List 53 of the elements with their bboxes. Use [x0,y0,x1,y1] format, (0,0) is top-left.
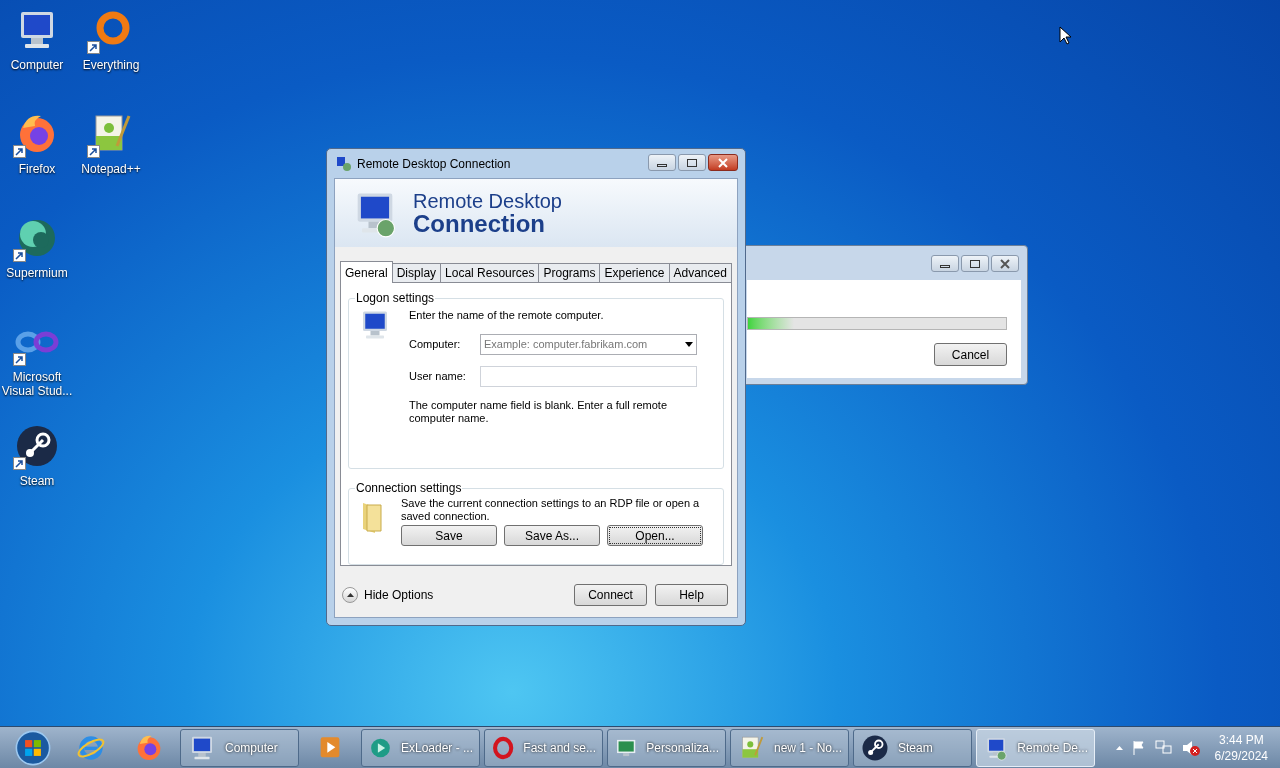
desktop-shortcut[interactable]: Computer [0,6,74,72]
maximize-icon[interactable] [678,154,706,171]
hint-text: The computer name field is blank. Enter a full remote computer name. [409,398,668,425]
tab[interactable]: Programs [538,263,601,282]
mouse-pointer-icon [1059,26,1071,45]
start-orb-icon [14,728,52,767]
shortcut-label: Microsoft Visual Stud... [0,370,74,398]
computer-dropdown[interactable]: Example: computer.fabrikam.com [480,333,697,355]
desktop-shortcut[interactable]: Supermium [0,214,74,280]
desktop-shortcut[interactable]: Firefox [0,110,74,176]
instruction-text: Enter the name of the remote computer. [409,308,605,323]
window-title: Remote Desktop Connection [357,155,511,173]
close-icon[interactable] [708,154,738,171]
field-label: User name: [409,368,467,384]
banner-subtitle: Connection [413,212,545,236]
shortcut-label: Computer [10,58,64,72]
dialog-button[interactable]: Help [655,584,728,606]
maximize-icon[interactable] [961,255,989,272]
shortcut-label: Notepad++ [81,162,141,176]
banner-title: Remote Desktop [413,190,562,212]
network-icon[interactable] [1154,739,1173,756]
tab[interactable]: General [340,261,393,283]
field-label: Computer: [409,336,462,352]
show-hidden-icons-icon[interactable] [1115,745,1123,750]
minimize-icon[interactable] [931,255,959,272]
hide-options-toggle[interactable]: Hide Options [342,586,434,604]
desktop-shortcut[interactable]: Microsoft Visual Stud... [0,318,74,398]
file-button[interactable]: Open... [607,525,703,546]
app-icon [336,155,352,172]
tab[interactable]: Advanced [668,263,732,282]
dialog-button[interactable]: Connect [574,584,647,606]
desktop-shortcut[interactable]: Notepad++ [74,110,148,176]
tab[interactable]: Experience [599,263,670,282]
file-button[interactable]: Save [401,525,497,546]
group-title: Connection settings [355,480,463,497]
desktop-shortcut[interactable]: Steam [0,422,74,488]
cancel-button[interactable]: Cancel [934,343,1007,366]
shortcut-label: Steam [19,474,55,488]
description-text: Save the current connection settings to an RDP file or open a saved connection. [401,497,701,523]
shortcut-label: Supermium [6,266,68,280]
shortcut-label: Everything [82,58,140,72]
group-title: Logon settings [355,290,436,307]
shortcut-label: Firefox [18,162,56,176]
speaker-muted-icon[interactable] [1180,738,1201,757]
tab[interactable]: Display [391,263,442,282]
minimize-icon[interactable] [648,154,676,171]
file-button[interactable]: Save As... [504,525,600,546]
flag-icon[interactable] [1130,739,1147,756]
tab[interactable]: Local Resources [440,263,540,282]
user-name-field[interactable] [480,365,697,387]
close-icon[interactable] [991,255,1019,272]
desktop-shortcut[interactable]: Everything [74,6,148,72]
dropdown-arrow-icon [685,341,693,347]
